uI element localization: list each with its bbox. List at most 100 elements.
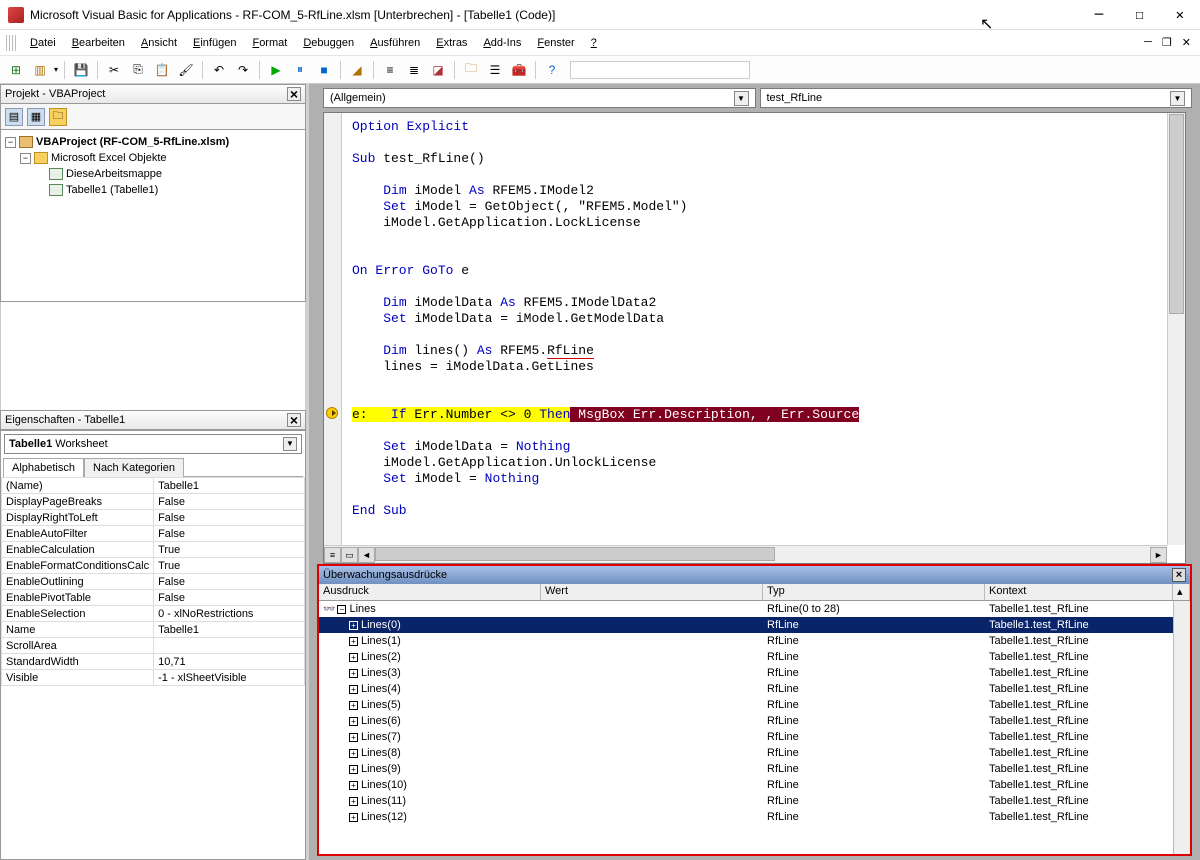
project-explorer-button[interactable]: 🗀 xyxy=(461,60,481,80)
expand-icon[interactable]: + xyxy=(349,781,358,790)
prop-key[interactable]: EnablePivotTable xyxy=(2,590,154,606)
watch-row[interactable]: +Lines(10)RfLineTabelle1.test_RfLine xyxy=(319,777,1173,793)
menu-datei[interactable]: Datei xyxy=(22,34,64,52)
menu-debuggen[interactable]: Debuggen xyxy=(295,34,362,52)
code-content[interactable]: Option Explicit Sub test_RfLine() Dim iM… xyxy=(342,113,1167,545)
prop-value[interactable]: False xyxy=(154,590,305,606)
close-button[interactable]: ✕ xyxy=(1168,3,1192,27)
indent-button[interactable]: ≣ xyxy=(404,60,424,80)
view-object-button[interactable]: ▦ xyxy=(27,108,45,126)
object-combo[interactable]: (Allgemein)▼ xyxy=(323,88,756,108)
expand-icon[interactable]: + xyxy=(349,653,358,662)
watch-row[interactable]: +Lines(2)RfLineTabelle1.test_RfLine xyxy=(319,649,1173,665)
code-horizontal-scrollbar[interactable]: ≡ ▭ ◄ ► xyxy=(324,545,1167,563)
insert-module-button[interactable]: ▥ xyxy=(30,60,50,80)
prop-value[interactable]: False xyxy=(154,510,305,526)
prop-key[interactable]: ScrollArea xyxy=(2,638,154,654)
prop-key[interactable]: EnableAutoFilter xyxy=(2,526,154,542)
prop-key[interactable]: DisplayPageBreaks xyxy=(2,494,154,510)
expand-icon[interactable]: + xyxy=(349,797,358,806)
menu-einfügen[interactable]: Einfügen xyxy=(185,34,244,52)
watch-col-type[interactable]: Typ xyxy=(763,584,985,600)
watch-row[interactable]: +Lines(3)RfLineTabelle1.test_RfLine xyxy=(319,665,1173,681)
tree-folder[interactable]: Microsoft Excel Objekte xyxy=(51,152,167,164)
prop-value[interactable]: -1 - xlSheetVisible xyxy=(154,670,305,686)
watch-row[interactable]: +Lines(12)RfLineTabelle1.test_RfLine xyxy=(319,809,1173,825)
prop-value[interactable]: True xyxy=(154,558,305,574)
project-tree[interactable]: −VBAProject (RF-COM_5-RfLine.xlsm) −Micr… xyxy=(0,130,306,302)
prop-value[interactable]: 10,71 xyxy=(154,654,305,670)
prop-value[interactable]: 0 - xlNoRestrictions xyxy=(154,606,305,622)
expand-icon[interactable]: + xyxy=(349,637,358,646)
code-gutter[interactable] xyxy=(324,113,342,545)
watch-panel-close-button[interactable]: × xyxy=(1172,568,1186,582)
mdi-restore-button[interactable]: ❐ xyxy=(1159,36,1175,49)
watch-row[interactable]: +Lines(0)RfLineTabelle1.test_RfLine xyxy=(319,617,1173,633)
scroll-left-button[interactable]: ◄ xyxy=(358,547,375,563)
watch-scroll-up-button[interactable]: ▴ xyxy=(1173,584,1190,600)
code-vertical-scrollbar[interactable] xyxy=(1167,113,1185,545)
dropdown-icon[interactable]: ▼ xyxy=(734,91,749,106)
prop-key[interactable]: StandardWidth xyxy=(2,654,154,670)
prop-value[interactable]: False xyxy=(154,574,305,590)
expand-icon[interactable]: + xyxy=(349,701,358,710)
menu-?[interactable]: ? xyxy=(583,34,605,52)
expand-icon[interactable]: + xyxy=(349,765,358,774)
watch-row[interactable]: +Lines(7)RfLineTabelle1.test_RfLine xyxy=(319,729,1173,745)
dropdown-icon[interactable]: ▼ xyxy=(283,437,297,451)
maximize-button[interactable]: ☐ xyxy=(1127,3,1151,27)
outdent-button[interactable]: ≡ xyxy=(380,60,400,80)
watch-vertical-scrollbar[interactable] xyxy=(1173,601,1190,854)
prop-value[interactable]: False xyxy=(154,494,305,510)
tab-alphabetical[interactable]: Alphabetisch xyxy=(3,458,84,477)
expand-icon[interactable]: + xyxy=(349,685,358,694)
tree-item-workbook[interactable]: DieseArbeitsmappe xyxy=(66,168,162,180)
expand-icon[interactable]: + xyxy=(349,813,358,822)
prop-value[interactable]: True xyxy=(154,542,305,558)
procedure-view-button[interactable]: ▭ xyxy=(341,547,358,563)
collapse-icon[interactable]: − xyxy=(337,605,346,614)
watch-row[interactable]: +Lines(1)RfLineTabelle1.test_RfLine xyxy=(319,633,1173,649)
menu-fenster[interactable]: Fenster xyxy=(529,34,582,52)
full-module-view-button[interactable]: ≡ xyxy=(324,547,341,563)
undo-button[interactable]: ↶ xyxy=(209,60,229,80)
menu-add-ins[interactable]: Add-Ins xyxy=(475,34,529,52)
menubar-grip[interactable] xyxy=(6,35,16,51)
search-box[interactable] xyxy=(570,61,750,79)
toolbox-button[interactable]: 🧰 xyxy=(509,60,529,80)
menu-ausführen[interactable]: Ausführen xyxy=(362,34,428,52)
watch-row[interactable]: +Lines(5)RfLineTabelle1.test_RfLine xyxy=(319,697,1173,713)
prop-key[interactable]: EnableCalculation xyxy=(2,542,154,558)
watch-col-value[interactable]: Wert xyxy=(541,584,763,600)
prop-value[interactable]: Tabelle1 xyxy=(154,478,305,494)
expand-icon[interactable]: + xyxy=(349,717,358,726)
watch-row[interactable]: +Lines(8)RfLineTabelle1.test_RfLine xyxy=(319,745,1173,761)
reset-button[interactable]: ■ xyxy=(314,60,334,80)
watch-row[interactable]: +Lines(11)RfLineTabelle1.test_RfLine xyxy=(319,793,1173,809)
watch-columns[interactable]: Ausdruck Wert Typ Kontext ▴ xyxy=(319,584,1190,601)
expand-icon[interactable]: + xyxy=(349,733,358,742)
redo-button[interactable]: ↷ xyxy=(233,60,253,80)
tab-categorized[interactable]: Nach Kategorien xyxy=(84,458,184,477)
watch-row[interactable]: +Lines(9)RfLineTabelle1.test_RfLine xyxy=(319,761,1173,777)
menu-format[interactable]: Format xyxy=(244,34,295,52)
expand-icon[interactable]: + xyxy=(349,621,358,630)
menu-ansicht[interactable]: Ansicht xyxy=(133,34,185,52)
menu-bearbeiten[interactable]: Bearbeiten xyxy=(64,34,133,52)
tree-item-sheet[interactable]: Tabelle1 (Tabelle1) xyxy=(66,184,158,196)
tree-project[interactable]: VBAProject (RF-COM_5-RfLine.xlsm) xyxy=(36,136,229,148)
code-editor[interactable]: Option Explicit Sub test_RfLine() Dim iM… xyxy=(323,112,1186,564)
prop-key[interactable]: Visible xyxy=(2,670,154,686)
design-mode-button[interactable]: ◢ xyxy=(347,60,367,80)
format-button[interactable]: 🖌 xyxy=(176,60,196,80)
toggle-folders-button[interactable]: 🗀 xyxy=(49,108,67,126)
save-button[interactable]: 💾 xyxy=(71,60,91,80)
cut-button[interactable]: ✂ xyxy=(104,60,124,80)
properties-panel-close-button[interactable]: × xyxy=(287,413,301,427)
prop-key[interactable]: EnableOutlining xyxy=(2,574,154,590)
tree-collapse-icon[interactable]: − xyxy=(20,153,31,164)
watch-col-context[interactable]: Kontext xyxy=(985,584,1173,600)
watch-expr[interactable]: Lines xyxy=(349,603,375,615)
watch-row[interactable]: +Lines(4)RfLineTabelle1.test_RfLine xyxy=(319,681,1173,697)
dropdown-icon[interactable]: ▼ xyxy=(1170,91,1185,106)
